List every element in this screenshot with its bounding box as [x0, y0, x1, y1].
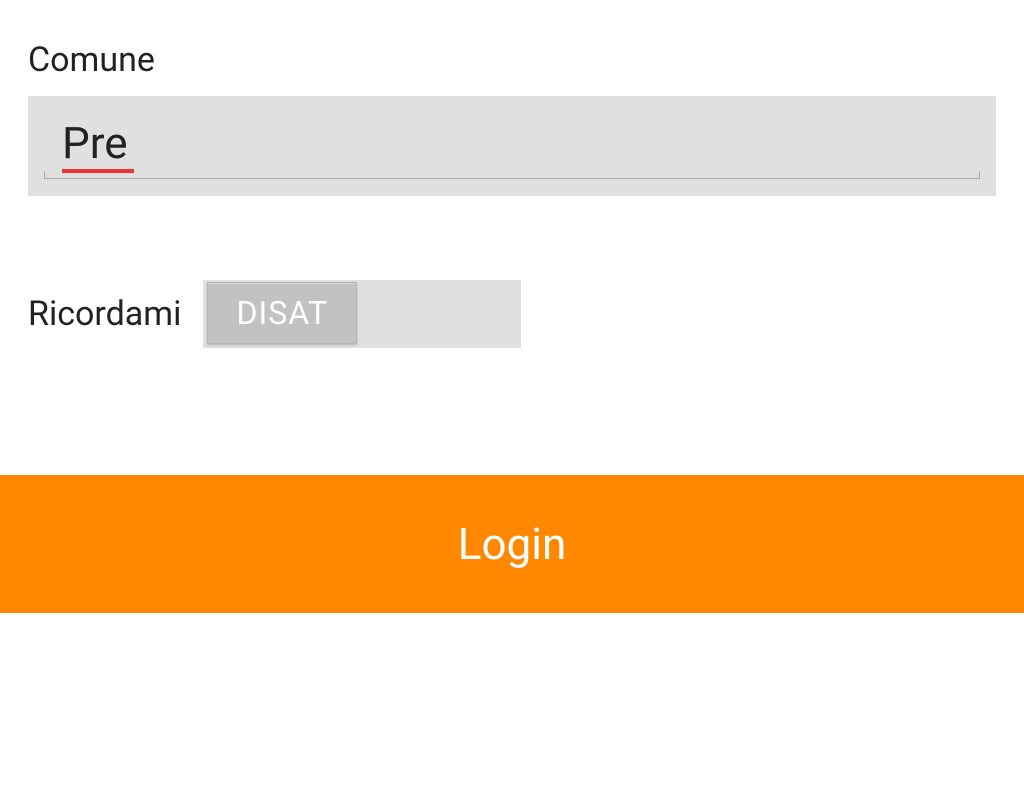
comune-label: Comune — [28, 0, 996, 96]
remember-toggle-label: DISAT — [237, 294, 329, 332]
input-underline — [44, 171, 980, 179]
remember-toggle-thumb[interactable]: DISAT — [207, 282, 357, 344]
comune-input-wrapper[interactable] — [28, 96, 996, 196]
ricordami-label: Ricordami — [28, 294, 181, 334]
comune-input[interactable] — [44, 117, 980, 175]
spellcheck-underline — [62, 169, 134, 173]
login-button[interactable]: Login — [0, 475, 1024, 613]
remember-toggle[interactable]: DISAT — [203, 280, 521, 348]
login-button-label: Login — [458, 518, 567, 570]
